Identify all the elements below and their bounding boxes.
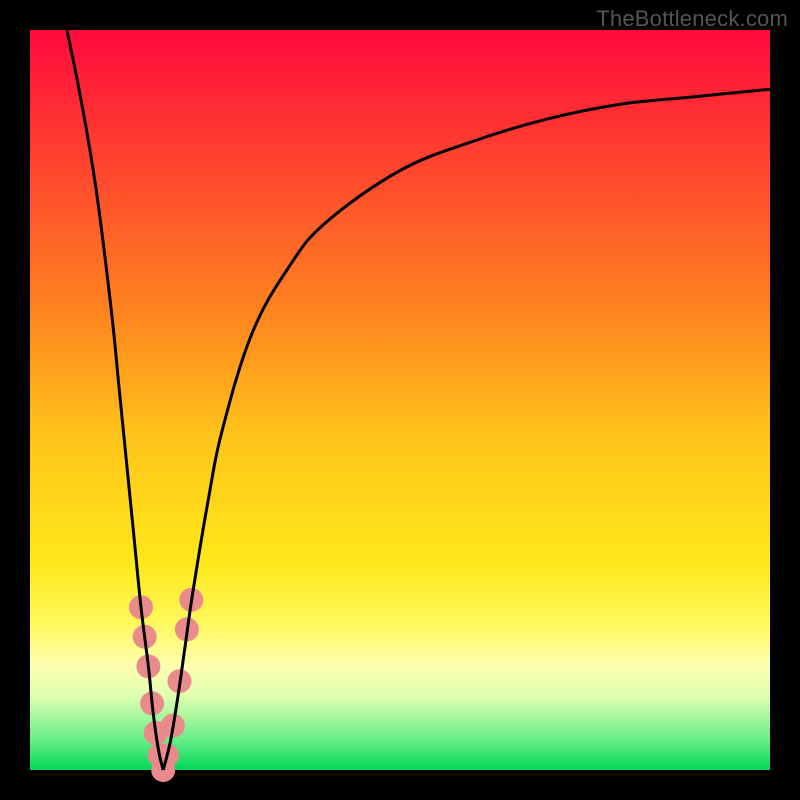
plot-area	[30, 30, 770, 770]
scatter-markers	[129, 588, 203, 782]
curves-layer	[30, 30, 770, 770]
watermark-text: TheBottleneck.com	[596, 6, 788, 32]
curve-right-branch	[163, 89, 770, 770]
chart-frame: TheBottleneck.com	[0, 0, 800, 800]
curve-left-branch	[67, 30, 163, 770]
